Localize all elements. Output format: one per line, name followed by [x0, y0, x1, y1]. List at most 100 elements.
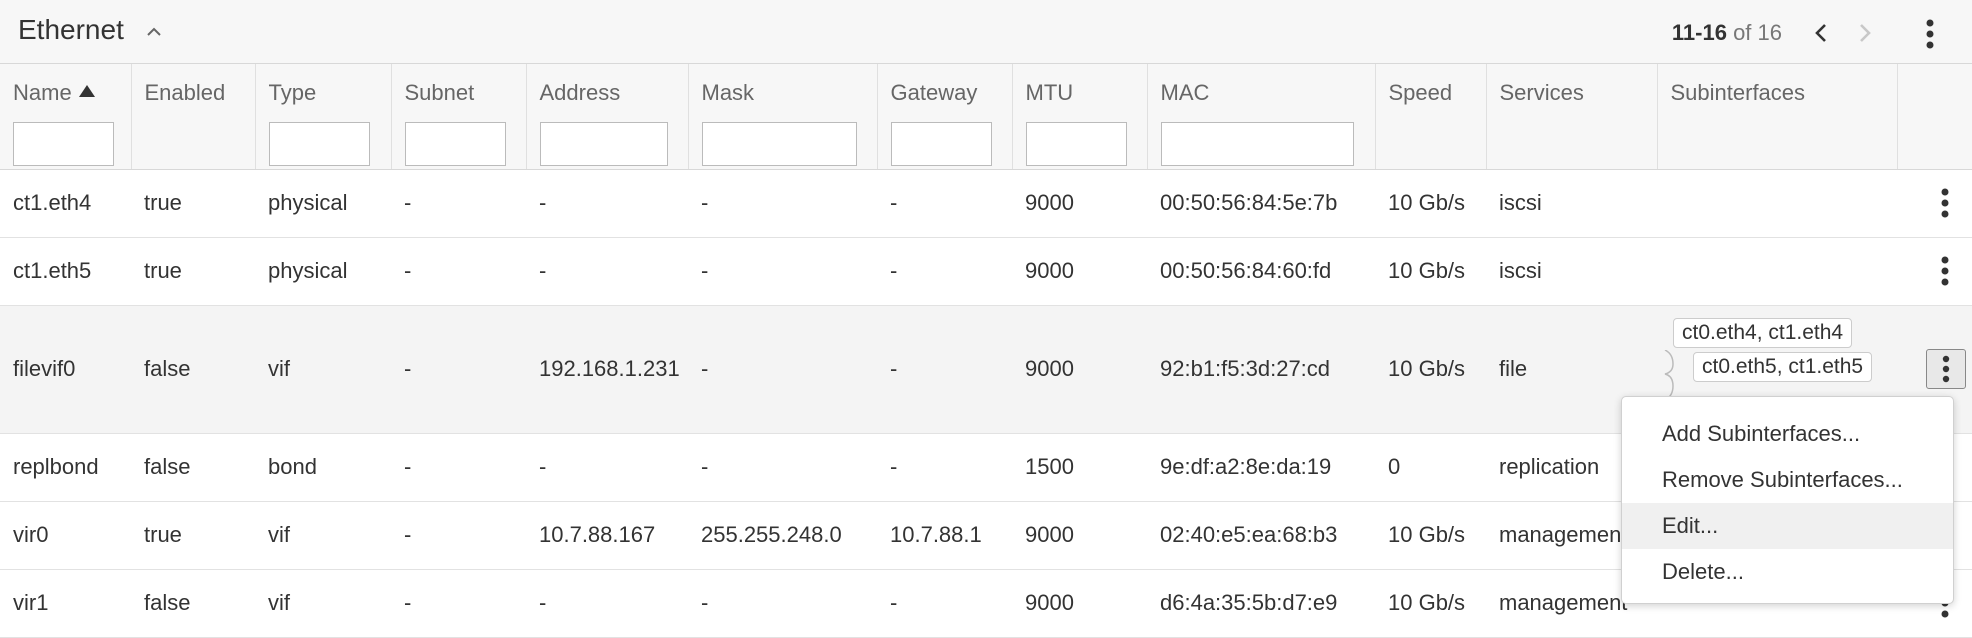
cell-gateway: - — [877, 569, 1012, 638]
menu-item-add-subinterfaces[interactable]: Add Subinterfaces... — [1622, 411, 1953, 457]
kebab-menu-icon[interactable] — [1918, 16, 1942, 52]
cell-speed: 0 — [1375, 433, 1486, 502]
cell-type: bond — [255, 433, 391, 502]
cell-name: replbond — [0, 433, 131, 502]
cell-speed: 10 Gb/s — [1375, 237, 1486, 306]
cell-mask: - — [688, 433, 877, 502]
cell-mtu: 9000 — [1012, 569, 1147, 638]
column-label: MAC — [1160, 80, 1210, 105]
cell-mac: 92:b1:f5:3d:27:cd — [1147, 305, 1375, 434]
cell-mac: 00:50:56:84:60:fd — [1147, 237, 1375, 306]
cell-subnet: - — [391, 169, 526, 238]
cell-mtu: 1500 — [1012, 433, 1147, 502]
mac-filter-input[interactable] — [1160, 122, 1354, 166]
subnet-filter-input[interactable] — [404, 122, 506, 166]
row-context-menu: Add Subinterfaces... Remove Subinterface… — [1621, 396, 1954, 604]
column-label: Subnet — [404, 80, 475, 105]
cell-gateway: - — [877, 237, 1012, 306]
cell-gateway: - — [877, 305, 1012, 434]
cell-mtu: 9000 — [1012, 169, 1147, 238]
cell-name: ct1.eth5 — [0, 237, 131, 306]
cell-address: - — [526, 433, 688, 502]
pagination-range: 11-16 — [1671, 20, 1727, 45]
column-header-enabled: Enabled — [131, 64, 256, 170]
cell-type: physical — [255, 169, 391, 238]
cell-enabled: true — [131, 169, 255, 238]
column-label: Address — [539, 80, 621, 105]
kebab-menu-icon[interactable] — [1932, 254, 1958, 288]
cell-subnet: - — [391, 501, 526, 570]
cell-type: physical — [255, 237, 391, 306]
cell-name: ct1.eth4 — [0, 169, 131, 238]
chevron-left-icon[interactable] — [1806, 18, 1836, 48]
cell-type: vif — [255, 569, 391, 638]
cell-speed: 10 Gb/s — [1375, 169, 1486, 238]
cell-mask: 255.255.248.0 — [688, 501, 877, 570]
column-header-mask: Mask — [688, 64, 878, 170]
table-row[interactable]: ct1.eth5 true physical - - - - 9000 00:5… — [0, 237, 1972, 306]
name-filter-input[interactable] — [13, 122, 114, 166]
cell-mac: 9e:df:a2:8e:da:19 — [1147, 433, 1375, 502]
cell-mtu: 9000 — [1012, 237, 1147, 306]
menu-item-edit[interactable]: Edit... — [1622, 503, 1953, 549]
cell-type: vif — [255, 501, 391, 570]
cell-actions — [1897, 237, 1972, 306]
cell-mac: d6:4a:35:5b:d7:e9 — [1147, 569, 1375, 638]
menu-item-delete[interactable]: Delete... — [1622, 549, 1953, 595]
panel-header: Ethernet 11-16 of 16 — [0, 0, 1972, 64]
column-header-subnet: Subnet — [391, 64, 527, 170]
cell-enabled: false — [131, 305, 255, 434]
column-label: Services — [1499, 80, 1584, 105]
cell-enabled: false — [131, 569, 255, 638]
mtu-filter-input[interactable] — [1025, 122, 1127, 166]
cell-speed: 10 Gb/s — [1375, 569, 1486, 638]
row-actions-button[interactable] — [1926, 349, 1966, 389]
table-row[interactable]: ct1.eth4 true physical - - - - 9000 00:5… — [0, 169, 1972, 238]
menu-item-remove-subinterfaces[interactable]: Remove Subinterfaces... — [1622, 457, 1953, 503]
column-header-name[interactable]: Name — [0, 64, 132, 170]
cell-mask: - — [688, 169, 877, 238]
column-label: MTU — [1025, 80, 1074, 105]
cell-enabled: false — [131, 433, 255, 502]
cell-type: vif — [255, 305, 391, 434]
sort-ascending-icon[interactable] — [78, 84, 96, 98]
column-header-speed: Speed — [1375, 64, 1487, 170]
cell-enabled: true — [131, 237, 255, 306]
cell-mask: - — [688, 569, 877, 638]
cell-name: vir1 — [0, 569, 131, 638]
kebab-menu-icon[interactable] — [1932, 186, 1958, 220]
column-header-services: Services — [1486, 64, 1658, 170]
pagination-label: 11-16 of 16 — [1672, 20, 1782, 46]
column-label: Subinterfaces — [1670, 80, 1806, 105]
cell-speed: 10 Gb/s — [1375, 305, 1486, 434]
cell-gateway: 10.7.88.1 — [877, 501, 1012, 570]
address-filter-input[interactable] — [539, 122, 668, 166]
bracket-icon — [1664, 349, 1674, 400]
column-label: Name — [13, 80, 72, 105]
chevron-up-icon[interactable] — [144, 22, 164, 42]
gateway-filter-input[interactable] — [890, 122, 992, 166]
cell-name: vir0 — [0, 501, 131, 570]
column-header-actions — [1897, 64, 1972, 170]
mask-filter-input[interactable] — [701, 122, 857, 166]
cell-subnet: - — [391, 569, 526, 638]
column-label: Mask — [701, 80, 755, 105]
type-filter-input[interactable] — [268, 122, 370, 166]
subinterface-chip: ct0.eth4, ct1.eth4 — [1673, 317, 1853, 348]
pagination-total: of 16 — [1733, 20, 1782, 45]
cell-mtu: 9000 — [1012, 305, 1147, 434]
cell-subinterfaces — [1657, 237, 1897, 306]
cell-subnet: - — [391, 433, 526, 502]
cell-address: - — [526, 169, 688, 238]
column-header-gateway: Gateway — [877, 64, 1013, 170]
cell-services: iscsi — [1486, 169, 1657, 238]
cell-speed: 10 Gb/s — [1375, 501, 1486, 570]
column-label: Gateway — [890, 80, 978, 105]
cell-mtu: 9000 — [1012, 501, 1147, 570]
cell-subnet: - — [391, 305, 526, 434]
cell-services: iscsi — [1486, 237, 1657, 306]
cell-address: 192.168.1.231 — [526, 305, 688, 434]
column-label: Type — [268, 80, 317, 105]
cell-enabled: true — [131, 501, 255, 570]
cell-address: 10.7.88.167 — [526, 501, 688, 570]
